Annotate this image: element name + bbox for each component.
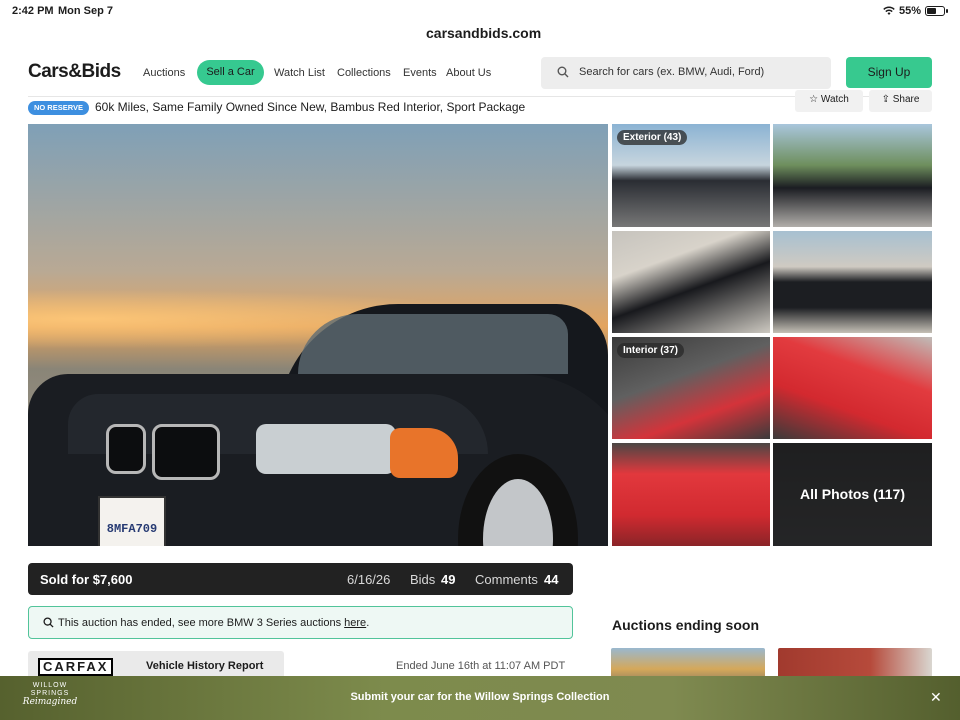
thumb-exterior-4[interactable] xyxy=(773,231,932,333)
bids-label: Bids xyxy=(410,572,436,587)
share-button[interactable]: ⇪ Share xyxy=(869,90,932,112)
kidney-grille-left xyxy=(106,424,146,474)
comments-label[interactable]: Comments xyxy=(475,572,538,587)
search-icon xyxy=(557,66,569,78)
watch-button[interactable]: ☆ Watch xyxy=(795,90,863,112)
license-plate: 8MFA709 xyxy=(98,496,166,546)
ending-soon-card[interactable] xyxy=(611,648,765,678)
nav-auctions[interactable]: Auctions xyxy=(143,61,185,85)
end-date: 6/16/26 xyxy=(347,572,391,587)
status-bar: 2:42 PM Mon Sep 7 55% xyxy=(0,0,960,22)
status-time: 2:42 PM xyxy=(12,5,54,17)
battery-icon xyxy=(925,6,945,16)
carfax-label: Vehicle History Report xyxy=(146,660,264,672)
star-icon: ☆ xyxy=(809,94,819,105)
search-input[interactable]: Search for cars (ex. BMW, Audi, Ford) xyxy=(541,57,831,89)
sold-price: Sold for $7,600 xyxy=(40,572,133,587)
comments-count[interactable]: 44 xyxy=(544,572,558,587)
wifi-icon xyxy=(883,6,895,15)
close-icon[interactable]: ✕ xyxy=(930,689,942,706)
nav-watch-list[interactable]: Watch List xyxy=(274,61,325,85)
thumb-exterior-2[interactable] xyxy=(773,124,932,227)
nav-about-us[interactable]: About Us xyxy=(446,61,491,85)
auction-ended-notice: This auction has ended, see more BMW 3 S… xyxy=(28,606,573,639)
url-bar[interactable]: carsandbids.com xyxy=(418,22,550,44)
status-date: Mon Sep 7 xyxy=(58,5,114,17)
banner-message[interactable]: Submit your car for the Willow Springs C… xyxy=(0,691,960,703)
auction-result-bar: Sold for $7,600 6/16/26 Bids 49 Comments… xyxy=(28,563,573,595)
kidney-grille-right xyxy=(152,424,220,480)
all-photos-label: All Photos (117) xyxy=(799,486,906,502)
sign-up-button[interactable]: Sign Up xyxy=(846,57,932,88)
thumb-interior-3[interactable] xyxy=(612,443,770,546)
exterior-count-tag: Exterior (43) xyxy=(617,130,688,145)
ended-message: This auction has ended, see more BMW 3 S… xyxy=(58,617,342,629)
promo-banner[interactable]: WILLOW SPRINGS Reimagined Submit your ca… xyxy=(0,676,960,720)
turn-indicator xyxy=(390,428,458,478)
battery-percent: 55% xyxy=(898,5,921,17)
thumb-interior-1[interactable]: Interior (37) xyxy=(612,337,770,439)
more-auctions-link[interactable]: here xyxy=(344,617,366,629)
share-label: Share xyxy=(892,94,920,105)
all-photos-button[interactable]: All Photos (117) xyxy=(773,443,932,546)
ended-timestamp: Ended June 16th at 11:07 AM PDT xyxy=(396,660,566,672)
carfax-logo: CARFAX xyxy=(38,658,114,676)
main-photo[interactable]: 8MFA709 xyxy=(28,124,608,546)
nav-events[interactable]: Events xyxy=(403,61,437,85)
sell-a-car-button[interactable]: Sell a Car xyxy=(197,60,264,85)
search-placeholder: Search for cars (ex. BMW, Audi, Ford) xyxy=(579,66,765,78)
thumb-exterior-1[interactable]: Exterior (43) xyxy=(612,124,770,227)
thumb-interior-2[interactable] xyxy=(773,337,932,439)
status-indicators: 55% xyxy=(883,5,948,17)
thumb-exterior-3[interactable] xyxy=(612,231,770,333)
no-reserve-badge: NO RESERVE xyxy=(28,101,89,115)
site-logo[interactable]: Cars&Bids xyxy=(28,61,121,83)
headlight xyxy=(256,424,396,474)
bids-count: 49 xyxy=(441,572,456,587)
ending-soon-heading: Auctions ending soon xyxy=(612,617,759,633)
ending-soon-card[interactable] xyxy=(778,648,932,678)
share-icon: ⇪ xyxy=(881,94,890,105)
listing-title: 60k Miles, Same Family Owned Since New, … xyxy=(95,100,526,114)
search-icon xyxy=(43,617,54,628)
watch-label: Watch xyxy=(820,94,849,105)
interior-count-tag: Interior (37) xyxy=(617,343,685,358)
nav-collections[interactable]: Collections xyxy=(337,61,391,85)
